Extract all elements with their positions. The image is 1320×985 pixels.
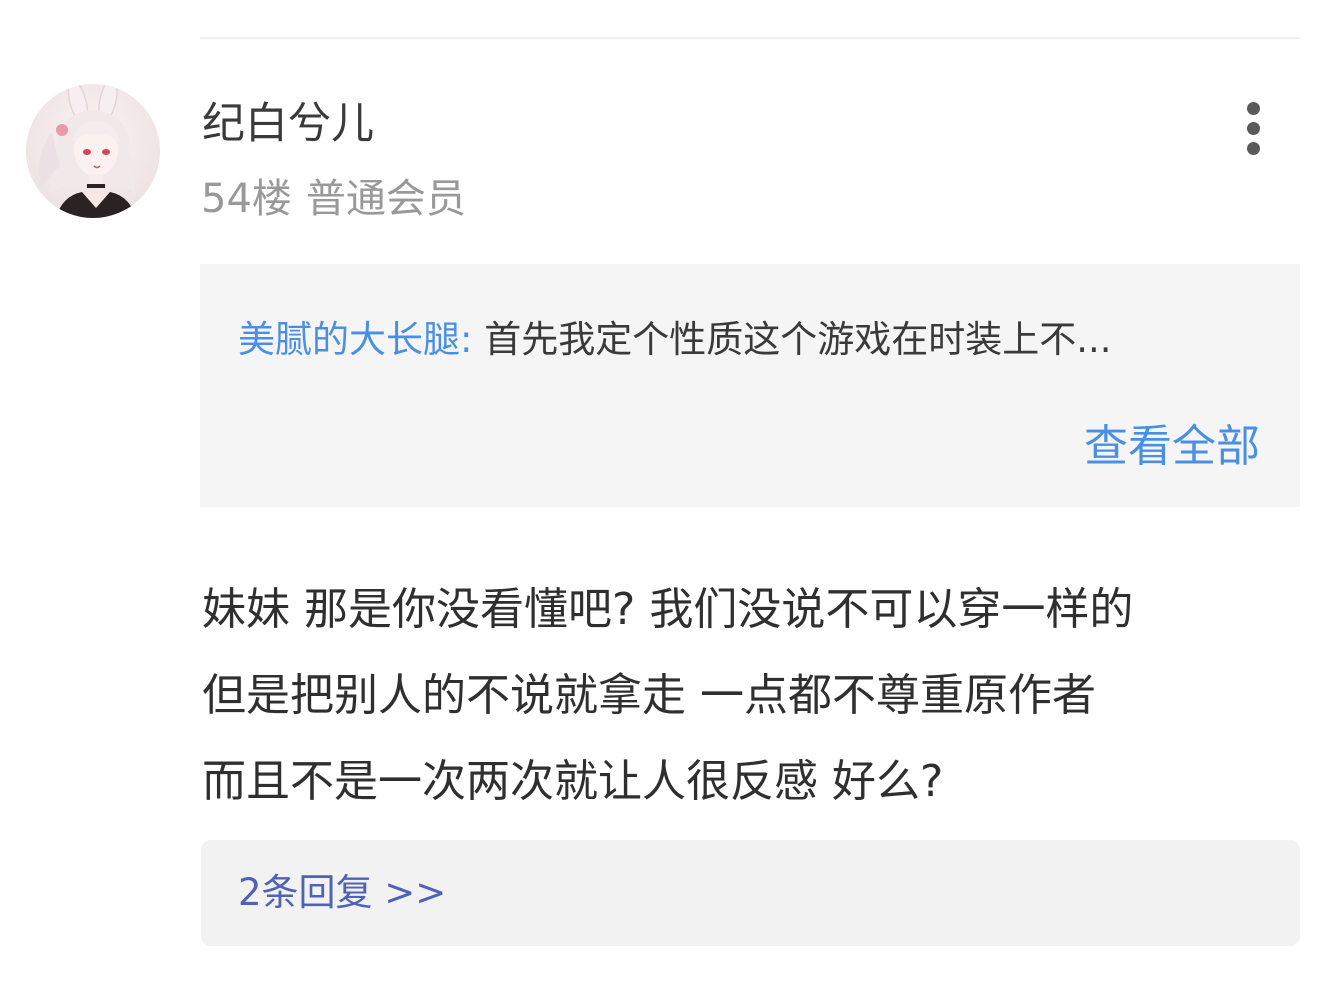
avatar-image xyxy=(26,84,160,218)
comment-line: 但是把别人的不说就拿走 一点都不尊重原作者 xyxy=(202,670,1096,721)
username[interactable]: 纪白兮儿 xyxy=(202,96,374,152)
more-vertical-icon[interactable] xyxy=(1230,98,1278,158)
quote-excerpt: 首先我定个性质这个游戏在时装上不... xyxy=(484,318,1112,361)
replies-button[interactable]: 2条回复 >> xyxy=(201,840,1300,946)
post-meta: 54楼 普通会员 xyxy=(201,174,466,224)
more-dot xyxy=(1247,142,1260,155)
comment-line: 而且不是一次两次就让人很反感 好么? xyxy=(202,756,944,807)
more-dot xyxy=(1247,122,1260,135)
comment-line: 妹妹 那是你没看懂吧? 我们没说不可以穿一样的 xyxy=(202,584,1134,635)
more-dot xyxy=(1247,102,1260,115)
user-avatar[interactable] xyxy=(26,84,160,218)
member-level: 普通会员 xyxy=(305,176,466,222)
floor-number: 54楼 xyxy=(201,176,292,222)
replies-label: 2条回复 >> xyxy=(238,871,447,914)
quote-line: 美腻的大长腿: 首先我定个性质这个游戏在时装上不... xyxy=(238,316,1112,364)
top-divider xyxy=(200,37,1300,39)
comment-body: 妹妹 那是你没看懂吧? 我们没说不可以穿一样的 但是把别人的不说就拿走 一点都不… xyxy=(202,567,1297,825)
view-all-link[interactable]: 查看全部 xyxy=(1084,419,1260,475)
quoted-reply: 美腻的大长腿: 首先我定个性质这个游戏在时装上不... 查看全部 xyxy=(200,264,1300,507)
quote-author[interactable]: 美腻的大长腿: xyxy=(238,318,472,361)
